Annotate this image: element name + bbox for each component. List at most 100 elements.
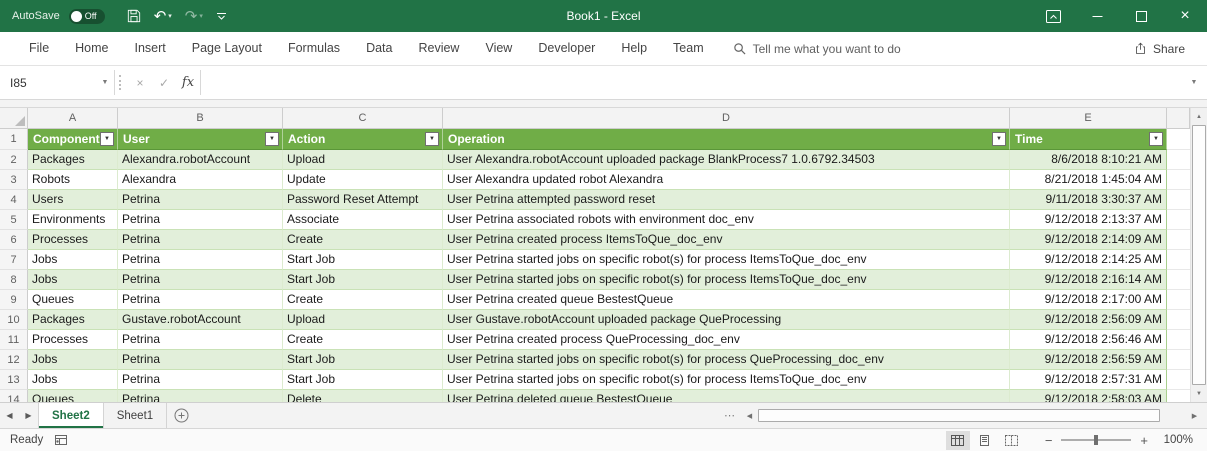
tab-help[interactable]: Help — [608, 32, 660, 65]
row-number[interactable]: 10 — [0, 310, 28, 330]
cell-component[interactable]: Jobs — [28, 370, 118, 390]
cell-time[interactable]: 9/12/2018 2:56:46 AM — [1010, 330, 1167, 350]
cell-operation[interactable]: User Gustave.robotAccount uploaded packa… — [443, 310, 1010, 330]
cell-component[interactable]: Environments — [28, 210, 118, 230]
cell-operation[interactable]: User Petrina started jobs on specific ro… — [443, 370, 1010, 390]
header-time[interactable]: Time ▼ — [1010, 129, 1167, 150]
undo-dropdown-icon[interactable]: ▾ — [168, 12, 172, 20]
sheet-nav-left-icon[interactable]: ◀ — [0, 403, 19, 428]
vertical-scrollbar-thumb[interactable] — [1192, 125, 1206, 385]
formula-input[interactable] — [201, 66, 1181, 99]
cell-operation[interactable]: User Petrina deleted queue BestestQueue — [443, 390, 1010, 402]
share-button[interactable]: Share — [1134, 42, 1185, 56]
row-number[interactable]: 5 — [0, 210, 28, 230]
cell-user[interactable]: Alexandra — [118, 170, 283, 190]
sheet-tab-sheet2[interactable]: Sheet2 — [38, 403, 104, 428]
cell-action[interactable]: Upload — [283, 310, 443, 330]
tab-data[interactable]: Data — [353, 32, 405, 65]
tab-insert[interactable]: Insert — [122, 32, 179, 65]
cell-action[interactable]: Create — [283, 330, 443, 350]
row-number[interactable]: 8 — [0, 270, 28, 290]
cell-time[interactable]: 9/12/2018 2:56:59 AM — [1010, 350, 1167, 370]
cell-operation[interactable]: User Petrina started jobs on specific ro… — [443, 270, 1010, 290]
macro-record-button[interactable] — [55, 435, 67, 445]
normal-view-button[interactable] — [946, 431, 970, 450]
cell-time[interactable]: 9/12/2018 2:16:14 AM — [1010, 270, 1167, 290]
name-box-dropdown-icon[interactable]: ▼ — [96, 66, 114, 99]
filter-dropdown-icon[interactable]: ▼ — [1149, 132, 1163, 146]
tab-home[interactable]: Home — [62, 32, 121, 65]
insert-function-button[interactable]: fx — [176, 66, 200, 99]
cell-user[interactable]: Petrina — [118, 350, 283, 370]
cell-operation[interactable]: User Petrina created queue BestestQueue — [443, 290, 1010, 310]
tab-file[interactable]: File — [16, 32, 62, 65]
column-header-e[interactable]: E — [1010, 108, 1167, 129]
scroll-left-arrow-icon[interactable]: ◀ — [741, 412, 758, 420]
zoom-slider-thumb[interactable] — [1094, 435, 1098, 445]
tab-team[interactable]: Team — [660, 32, 717, 65]
cell-component[interactable]: Jobs — [28, 270, 118, 290]
cell-empty[interactable] — [1167, 350, 1190, 370]
cell-operation[interactable]: User Petrina started jobs on specific ro… — [443, 250, 1010, 270]
sheet-tab-sheet1[interactable]: Sheet1 — [104, 403, 167, 428]
cell-user[interactable]: Gustave.robotAccount — [118, 310, 283, 330]
name-box[interactable]: I85 — [0, 66, 96, 99]
cell-component[interactable]: Robots — [28, 170, 118, 190]
cell-empty[interactable] — [1167, 230, 1190, 250]
minimize-button[interactable] — [1075, 0, 1119, 32]
header-user[interactable]: User ▼ — [118, 129, 283, 150]
cell-time[interactable]: 9/11/2018 3:30:37 AM — [1010, 190, 1167, 210]
cell-user[interactable]: Petrina — [118, 230, 283, 250]
cell-operation[interactable]: User Petrina associated robots with envi… — [443, 210, 1010, 230]
cell-component[interactable]: Jobs — [28, 250, 118, 270]
cell-action[interactable]: Create — [283, 290, 443, 310]
tab-developer[interactable]: Developer — [525, 32, 608, 65]
enter-entry-button[interactable]: ✓ — [152, 66, 176, 99]
autosave-toggle[interactable]: Off — [69, 9, 105, 24]
sheet-nav-right-icon[interactable]: ▶ — [19, 403, 38, 428]
filter-dropdown-icon[interactable]: ▼ — [100, 132, 114, 146]
scroll-up-arrow-icon[interactable]: ▲ — [1191, 108, 1207, 125]
cell-action[interactable]: Start Job — [283, 250, 443, 270]
cell-time[interactable]: 9/12/2018 2:57:31 AM — [1010, 370, 1167, 390]
redo-dropdown-icon[interactable]: ▾ — [199, 12, 203, 20]
formula-bar-splitter[interactable] — [119, 75, 126, 90]
column-header-c[interactable]: C — [283, 108, 443, 129]
zoom-in-button[interactable]: + — [1140, 433, 1148, 448]
cell-component[interactable]: Processes — [28, 330, 118, 350]
cell-empty[interactable] — [1167, 150, 1190, 170]
cell-empty[interactable] — [1167, 290, 1190, 310]
cell-empty[interactable] — [1167, 390, 1190, 402]
ribbon-display-options-button[interactable] — [1031, 0, 1075, 32]
cell-action[interactable]: Start Job — [283, 270, 443, 290]
row-number[interactable]: 9 — [0, 290, 28, 310]
cell-component[interactable]: Queues — [28, 290, 118, 310]
maximize-button[interactable] — [1119, 0, 1163, 32]
cell-empty[interactable] — [1167, 170, 1190, 190]
row-number[interactable]: 12 — [0, 350, 28, 370]
column-header-b[interactable]: B — [118, 108, 283, 129]
row-number[interactable]: 4 — [0, 190, 28, 210]
horizontal-scrollbar-thumb[interactable] — [758, 409, 1160, 422]
cell-component[interactable]: Packages — [28, 150, 118, 170]
cell-component[interactable]: Processes — [28, 230, 118, 250]
filter-dropdown-icon[interactable]: ▼ — [425, 132, 439, 146]
cell-user[interactable]: Alexandra.robotAccount — [118, 150, 283, 170]
row-number[interactable]: 6 — [0, 230, 28, 250]
cell-empty[interactable] — [1167, 210, 1190, 230]
column-header-a[interactable]: A — [28, 108, 118, 129]
cell-time[interactable]: 9/12/2018 2:58:03 AM — [1010, 390, 1167, 402]
tell-me-search[interactable]: Tell me what you want to do — [733, 42, 901, 56]
header-component[interactable]: Component ▼ — [28, 129, 118, 150]
header-action[interactable]: Action ▼ — [283, 129, 443, 150]
redo-button[interactable]: ↷▾ — [185, 9, 203, 24]
cell-operation[interactable]: User Petrina attempted password reset — [443, 190, 1010, 210]
cell-component[interactable]: Users — [28, 190, 118, 210]
row-number[interactable]: 1 — [0, 129, 28, 150]
cell-operation[interactable]: User Alexandra updated robot Alexandra — [443, 170, 1010, 190]
cell-user[interactable]: Petrina — [118, 270, 283, 290]
page-layout-view-button[interactable] — [973, 431, 997, 450]
cell-empty[interactable] — [1167, 330, 1190, 350]
tab-formulas[interactable]: Formulas — [275, 32, 353, 65]
customize-quick-access-toolbar-button[interactable] — [216, 12, 227, 21]
